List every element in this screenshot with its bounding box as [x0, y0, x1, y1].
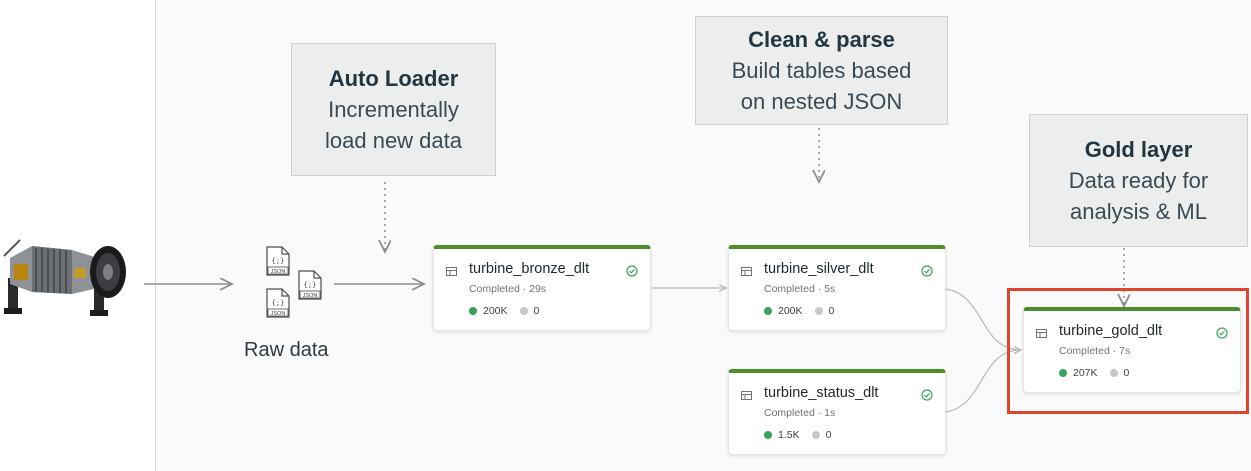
callout-title: Auto Loader: [328, 66, 459, 91]
json-file-label: JSON: [271, 269, 286, 275]
rows-count: 200K: [778, 305, 803, 317]
rows-count: 1.5K: [778, 429, 800, 441]
dropped-count: 0: [825, 429, 832, 441]
json-glyph: {;}: [272, 257, 285, 265]
node-metrics: 200K 0: [764, 305, 834, 317]
json-glyph: {;}: [272, 299, 285, 307]
json-file-icon: {;} JSON: [298, 270, 322, 300]
rows-count: 200K: [483, 305, 508, 317]
node-name: turbine_silver_dlt: [764, 261, 874, 277]
node-metrics: 200K 0: [469, 305, 539, 317]
check-circle-icon: [626, 265, 638, 277]
dropped-count: 0: [828, 305, 835, 317]
callout-line: Data ready for: [1068, 168, 1209, 193]
rows-dot: [764, 431, 772, 439]
dropped-dot: [519, 307, 528, 315]
auto-loader-callout: Auto Loader Incrementally load new data: [291, 43, 496, 176]
rows-dot: [469, 307, 477, 315]
node-metrics: 1.5K 0: [764, 429, 831, 441]
json-file-icon: {;} JSON: [266, 246, 290, 276]
table-icon: [741, 267, 752, 276]
node-status: Completed · 29s: [469, 283, 547, 295]
check-circle-icon: [921, 389, 933, 401]
json-file-icon: {;} JSON: [266, 288, 290, 318]
json-file-label: JSON: [271, 311, 286, 317]
node-turbine-silver[interactable]: turbine_silver_dlt Completed · 5s 200K 0: [728, 245, 946, 331]
dropped-dot: [814, 307, 823, 315]
table-icon: [741, 391, 752, 400]
rows-dot: [764, 307, 772, 315]
check-circle-icon: [921, 265, 933, 277]
callout-line: load new data: [325, 128, 462, 153]
node-status: Completed · 5s: [764, 283, 836, 295]
callout-title: Clean & parse: [748, 27, 895, 52]
json-glyph: {;}: [304, 281, 317, 289]
json-file-label: JSON: [303, 293, 318, 299]
dropped-dot: [811, 431, 820, 439]
node-turbine-bronze[interactable]: turbine_bronze_dlt Completed · 29s 200K …: [433, 245, 651, 331]
node-name: turbine_bronze_dlt: [469, 261, 590, 277]
raw-data-label: Raw data: [244, 339, 329, 361]
callout-line: on nested JSON: [740, 89, 903, 114]
gold-node-highlight: [1007, 288, 1249, 414]
callout-line: analysis & ML: [1070, 199, 1207, 224]
callout-title: Gold layer: [1084, 137, 1193, 162]
callout-line: Build tables based: [731, 58, 912, 83]
clean-parse-callout: Clean & parse Build tables based on nest…: [695, 16, 948, 125]
table-icon: [446, 267, 457, 276]
callout-line: Incrementally: [328, 97, 459, 122]
dropped-count: 0: [533, 305, 540, 317]
turbine-image: [3, 239, 126, 316]
node-name: turbine_status_dlt: [764, 385, 879, 401]
node-status: Completed · 1s: [764, 407, 836, 419]
node-turbine-status[interactable]: turbine_status_dlt Completed · 1s 1.5K 0: [728, 369, 946, 455]
gold-layer-callout: Gold layer Data ready for analysis & ML: [1029, 114, 1248, 247]
